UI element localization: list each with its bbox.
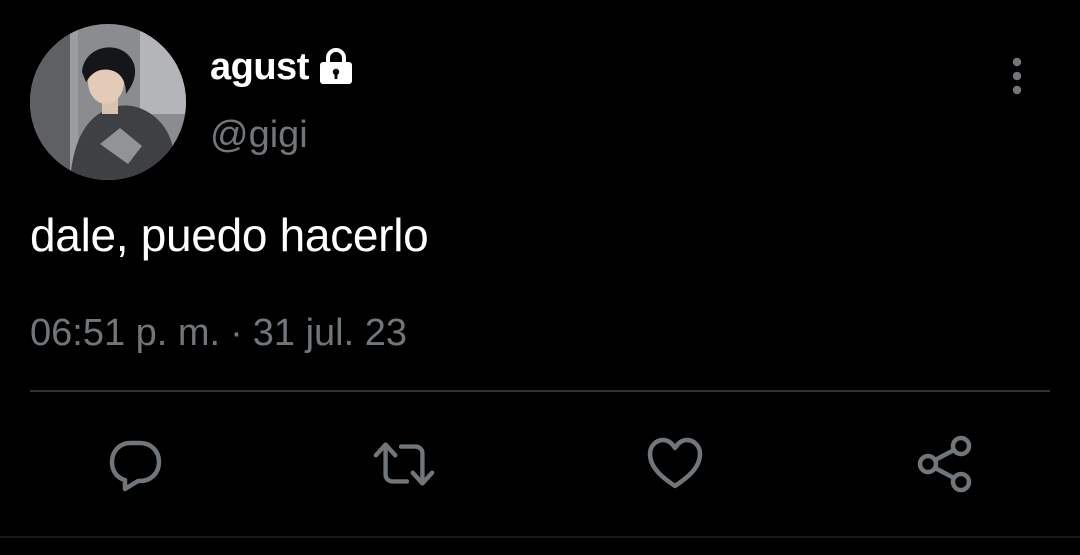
timestamp[interactable]: 06:51 p. m. · 31 jul. 23 — [30, 312, 407, 355]
avatar[interactable] — [30, 24, 186, 180]
profile-photo-icon — [30, 24, 186, 180]
tweet-date: 31 jul. 23 — [252, 312, 408, 354]
reply-icon — [109, 440, 162, 492]
user-handle[interactable]: @gigi — [210, 114, 355, 157]
like-icon — [647, 437, 703, 489]
bottom-divider — [0, 536, 1080, 538]
user-info: agust @gigi — [210, 42, 355, 157]
timestamp-separator: · — [230, 312, 243, 354]
reply-button[interactable] — [103, 432, 167, 496]
tweet-text: dale, puedo hacerlo — [30, 209, 429, 261]
more-options-button[interactable] — [998, 54, 1036, 98]
like-button[interactable] — [643, 432, 707, 496]
share-icon — [917, 435, 972, 493]
divider — [30, 390, 1050, 392]
share-button[interactable] — [913, 432, 977, 496]
tweet-detail: agust @gigi dale, puedo hacerlo 06:51 p.… — [0, 0, 1080, 555]
retweet-icon — [373, 442, 435, 486]
display-name[interactable]: agust — [210, 46, 309, 89]
lock-icon — [317, 47, 355, 86]
name-row: agust — [210, 42, 355, 92]
retweet-button[interactable] — [372, 432, 436, 496]
tweet-time: 06:51 p. m. — [30, 312, 221, 354]
more-vertical-icon — [1012, 57, 1022, 95]
